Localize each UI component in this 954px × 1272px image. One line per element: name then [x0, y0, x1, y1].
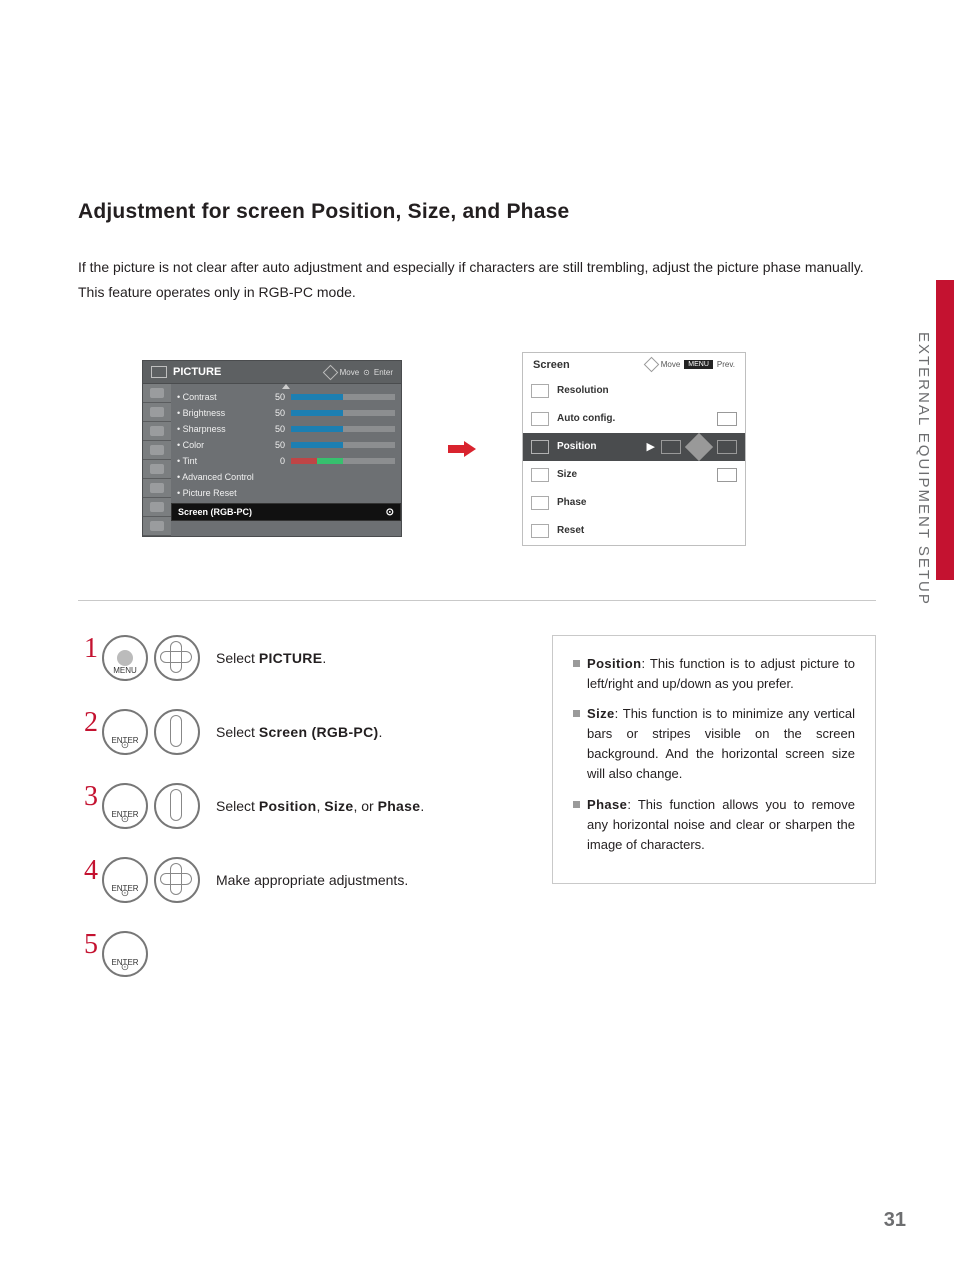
- step-number: 4: [78, 857, 98, 885]
- menu-cat-icon: [143, 498, 171, 517]
- step-text: Select Position, Size, or Phase.: [216, 798, 424, 814]
- remote-dpad-icon: [154, 635, 200, 681]
- intro-line: If the picture is not clear after auto a…: [78, 258, 876, 277]
- step-5: 5 ENTER: [78, 931, 508, 977]
- step-number: 2: [78, 709, 98, 737]
- section-label: EXTERNAL EQUIPMENT SETUP: [915, 332, 932, 606]
- step-2: 2 ENTER Select Screen (RGB-PC).: [78, 709, 508, 755]
- remote-dpad-icon: [154, 857, 200, 903]
- steps-area: 1 MENU Select PICTURE. 2 ENTER Select Sc…: [78, 635, 876, 1005]
- osd-screenshots: PICTURE Move ⊙ Enter: [142, 352, 876, 546]
- step-text: Select PICTURE.: [216, 650, 326, 666]
- size-icon: [531, 468, 549, 482]
- page-number: 31: [884, 1209, 906, 1232]
- menu-cat-icon: [143, 384, 171, 403]
- screen-menu-title: Screen: [533, 359, 570, 371]
- info-item-size: Size: This function is to minimize any v…: [573, 704, 855, 785]
- menu-cat-icon: [143, 517, 171, 536]
- picture-menu-rows: • Contrast50 • Brightness50 • Sharpness5…: [171, 384, 401, 536]
- info-box: Position: This function is to adjust pic…: [552, 635, 876, 884]
- divider: [78, 600, 876, 601]
- picture-menu-header: PICTURE Move ⊙ Enter: [142, 360, 402, 384]
- enter-icon: ⊙: [386, 507, 394, 518]
- page-title: Adjustment for screen Position, Size, an…: [78, 200, 876, 224]
- picture-menu-body: • Contrast50 • Brightness50 • Sharpness5…: [142, 384, 402, 537]
- nav-hint: Move ⊙ Enter: [325, 367, 393, 378]
- phase-icon: [531, 496, 549, 510]
- picture-menu-icons: [143, 384, 171, 536]
- info-item-position: Position: This function is to adjust pic…: [573, 654, 855, 694]
- play-icon: ▶: [647, 440, 655, 453]
- remote-enter-button: ENTER: [102, 783, 148, 829]
- steps-column: 1 MENU Select PICTURE. 2 ENTER Select Sc…: [78, 635, 508, 1005]
- nav-enter-label: Enter: [374, 368, 393, 377]
- menu-cat-icon: [143, 403, 171, 422]
- arrow-right-icon: [448, 441, 476, 457]
- menu-row-advanced: • Advanced Control: [171, 469, 401, 485]
- menu-row-contrast: • Contrast50: [171, 389, 401, 405]
- menu-row-screen-rgb-pc: Screen (RGB-PC)⊙: [171, 503, 401, 521]
- nav-move-label: Move: [340, 368, 360, 377]
- position-icon: [531, 440, 549, 454]
- menu-cat-icon: [143, 460, 171, 479]
- screen-row-reset: Reset: [523, 517, 745, 545]
- screen-row-phase: Phase: [523, 489, 745, 517]
- nav-hint: Move MENU Prev.: [646, 359, 735, 370]
- preview-icon: [717, 440, 737, 454]
- remote-updown-icon: [154, 709, 200, 755]
- nav-move-label: Move: [661, 360, 681, 369]
- picture-menu: PICTURE Move ⊙ Enter: [142, 360, 402, 537]
- step-text: Make appropriate adjustments.: [216, 872, 408, 888]
- step-1: 1 MENU Select PICTURE.: [78, 635, 508, 681]
- preview-icon: [717, 412, 737, 426]
- screen-row-autoconfig: Auto config.: [523, 405, 745, 433]
- menu-row-tint: • Tint0: [171, 453, 401, 469]
- screen-submenu: Screen Move MENU Prev. Resolution Auto c…: [522, 352, 746, 546]
- screen-row-size: Size: [523, 461, 745, 489]
- preview-icon: [661, 440, 681, 454]
- intro-text: If the picture is not clear after auto a…: [78, 258, 876, 302]
- manual-page: EXTERNAL EQUIPMENT SETUP 31 Adjustment f…: [0, 0, 954, 1272]
- picture-menu-title: PICTURE: [173, 366, 221, 378]
- screen-row-resolution: Resolution: [523, 377, 745, 405]
- info-item-phase: Phase: This function allows you to remov…: [573, 795, 855, 855]
- step-number: 1: [78, 635, 98, 663]
- menu-row-color: • Color50: [171, 437, 401, 453]
- step-number: 3: [78, 783, 98, 811]
- menu-row-brightness: • Brightness50: [171, 405, 401, 421]
- menu-cat-icon: [143, 441, 171, 460]
- nav-prev-label: Prev.: [717, 360, 735, 369]
- menu-btn-icon: MENU: [684, 360, 713, 369]
- step-4: 4 ENTER Make appropriate adjustments.: [78, 857, 508, 903]
- step-3: 3 ENTER Select Position, Size, or Phase.: [78, 783, 508, 829]
- menu-cat-icon: [143, 479, 171, 498]
- dpad-icon: [685, 433, 713, 461]
- side-tab: [936, 280, 954, 580]
- menu-row-picture-reset: • Picture Reset: [171, 485, 401, 501]
- remote-enter-button: ENTER: [102, 857, 148, 903]
- step-number: 5: [78, 931, 98, 959]
- remote-enter-button: ENTER: [102, 931, 148, 977]
- autoconfig-icon: [531, 412, 549, 426]
- screen-row-position: Position▶: [523, 433, 745, 461]
- remote-menu-button: MENU: [102, 635, 148, 681]
- move-icon: [643, 357, 659, 373]
- remote-enter-button: ENTER: [102, 709, 148, 755]
- tv-icon: [151, 366, 167, 378]
- preview-icon: [717, 468, 737, 482]
- remote-updown-icon: [154, 783, 200, 829]
- nav-enter-dot: ⊙: [363, 368, 370, 377]
- move-icon: [322, 365, 338, 381]
- reset-icon: [531, 524, 549, 538]
- step-text: Select Screen (RGB-PC).: [216, 724, 382, 740]
- screen-menu-header: Screen Move MENU Prev.: [523, 353, 745, 377]
- menu-row-sharpness: • Sharpness50: [171, 421, 401, 437]
- intro-line: This feature operates only in RGB-PC mod…: [78, 283, 876, 302]
- menu-cat-icon: [143, 422, 171, 441]
- resolution-icon: [531, 384, 549, 398]
